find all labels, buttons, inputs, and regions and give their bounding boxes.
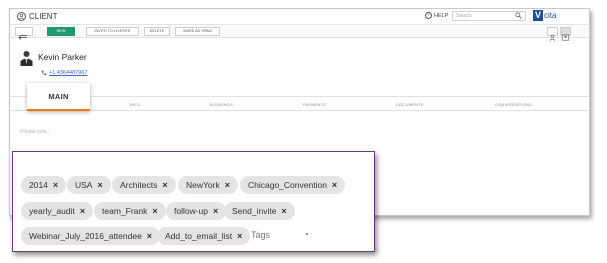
tag-chip: USA ×: [67, 176, 111, 194]
tag-label: Send_invite: [232, 206, 277, 216]
remove-tag-icon[interactable]: ×: [152, 202, 157, 220]
remove-tag-icon[interactable]: ×: [237, 227, 242, 245]
remove-tag-icon[interactable]: ×: [147, 227, 152, 245]
action-toolbar: NEW INVITE TO LIVESITE DELETE MARK AS SP…: [10, 24, 589, 41]
tag-chip: NewYork ×: [178, 176, 238, 194]
remove-tag-icon[interactable]: ×: [332, 176, 337, 194]
tag-label: Architects: [120, 180, 158, 190]
client-icon: [17, 12, 26, 21]
page-title-text: CLIENT: [29, 12, 58, 21]
remove-tag-icon[interactable]: ×: [80, 202, 85, 220]
tags-input[interactable]: [251, 228, 311, 242]
tag-label: Add_to_email_list: [165, 231, 233, 241]
person-icon: [549, 34, 556, 41]
page-title: CLIENT: [17, 12, 57, 21]
logo-mark: V: [533, 10, 543, 21]
remove-tag-icon[interactable]: ×: [225, 176, 230, 194]
tag-label: 2014: [29, 180, 48, 190]
tag-label: NewYork: [186, 180, 220, 190]
back-arrow-icon: [18, 35, 27, 40]
back-button[interactable]: [15, 27, 33, 40]
logo-text: cita: [544, 11, 557, 20]
tag-label: Webinar_July_2016_attendee: [29, 231, 142, 241]
tag-chip: team_Frank ×: [94, 202, 166, 220]
tag-chip: Chicago_Convention ×: [240, 176, 346, 194]
tag-chip: Webinar_July_2016_attendee ×: [21, 227, 161, 245]
contact-card-icon: [561, 34, 570, 41]
tag-label: Chicago_Convention: [248, 180, 327, 190]
tag-chip: yearly_audit ×: [21, 202, 94, 220]
tag-label: USA: [75, 180, 93, 190]
phone-icon: [41, 70, 47, 76]
mark-as-spam-button[interactable]: MARK AS SPAM: [175, 27, 220, 36]
remove-tag-icon[interactable]: ×: [162, 176, 167, 194]
remove-tag-icon[interactable]: ×: [97, 176, 102, 194]
tab-info[interactable]: INFO: [130, 102, 140, 107]
tab-documents[interactable]: DOCUMENTS: [396, 102, 424, 107]
tab-bar: INFO BOOKINGS PAYMENTS DOCUMENTS CONVERS…: [10, 96, 589, 111]
tag-chip: Add_to_email_list ×: [157, 227, 251, 245]
tab-conversations[interactable]: CONVERSATIONS: [495, 102, 532, 107]
search-icon[interactable]: [515, 12, 522, 19]
avatar: [20, 51, 33, 66]
new-button[interactable]: NEW: [47, 27, 75, 36]
tag-chip: Architects ×: [112, 176, 176, 194]
delete-button[interactable]: DELETE: [144, 27, 170, 36]
tag-chip: Send_invite ×: [224, 202, 295, 220]
invite-livesite-button[interactable]: INVITE TO LIVESITE: [86, 27, 139, 36]
tab-main[interactable]: MAIN: [27, 83, 90, 111]
remove-tag-icon[interactable]: ×: [281, 202, 286, 220]
private-note-field[interactable]: Private note...: [20, 129, 51, 135]
tag-label: follow-up: [174, 206, 209, 216]
text-cursor-dot: [306, 233, 308, 235]
tag-chip: 2014 ×: [21, 176, 67, 194]
tab-payments[interactable]: PAYMENTS: [303, 102, 326, 107]
help-icon: ?: [425, 12, 432, 19]
tab-bookings[interactable]: BOOKINGS: [210, 102, 233, 107]
tag-label: yearly_audit: [29, 206, 75, 216]
stage: CLIENT ? HELP Search V cita NEW INVITE T…: [0, 0, 607, 263]
remove-tag-icon[interactable]: ×: [213, 202, 218, 220]
tag-chip: follow-up ×: [166, 202, 227, 220]
help-label: HELP: [434, 12, 449, 19]
help-link[interactable]: ? HELP: [425, 12, 448, 19]
tab-main-label: MAIN: [48, 92, 69, 101]
client-name: Kevin Parker: [38, 52, 87, 62]
vcita-logo: V cita: [533, 10, 556, 21]
person-view-button[interactable]: [547, 27, 558, 41]
remove-tag-icon[interactable]: ×: [53, 176, 58, 194]
tag-label: team_Frank: [102, 206, 148, 216]
tags-editor: 2014 × USA × Architects × NewYork × Chicago_…: [12, 151, 375, 252]
phone-link[interactable]: +1 4364487967: [49, 70, 87, 76]
contact-card-button[interactable]: [560, 27, 571, 41]
